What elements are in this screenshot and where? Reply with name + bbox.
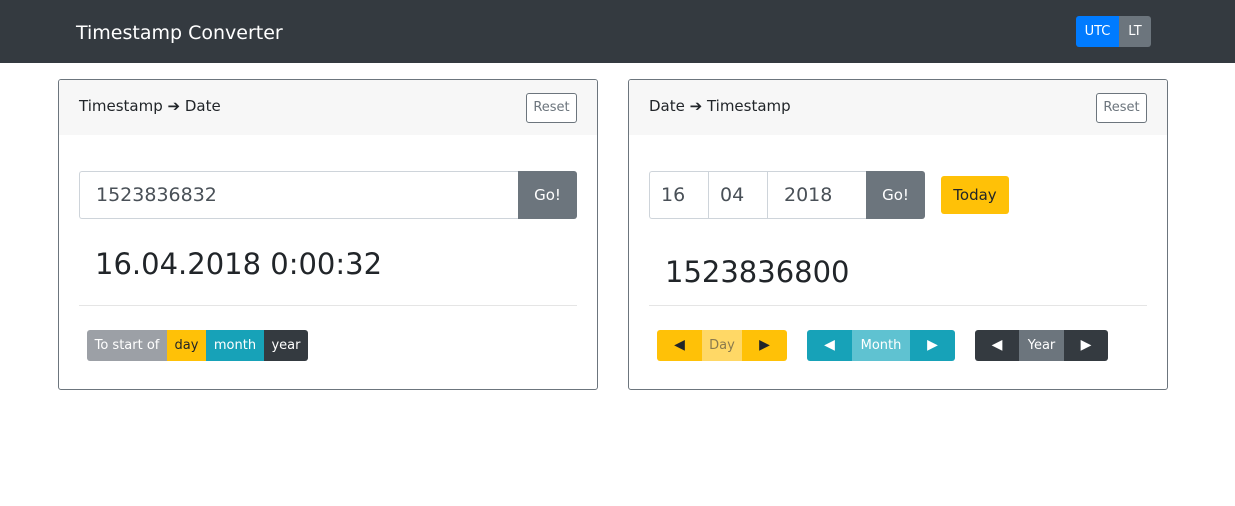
timestamp-result: 1523836800 — [665, 255, 850, 289]
start-of-year-button[interactable]: year — [264, 330, 308, 361]
go-button[interactable]: Go! — [866, 171, 925, 219]
card-title: Date ➔ Timestamp — [649, 97, 791, 115]
year-stepper: ◀ Year ▶ — [975, 330, 1108, 361]
timestamp-to-date-card: Timestamp ➔ Date Reset 1523836832 Go! 16… — [58, 79, 598, 390]
card-header: Date ➔ Timestamp Reset — [629, 80, 1167, 135]
utc-button[interactable]: UTC — [1076, 16, 1119, 47]
go-button[interactable]: Go! — [518, 171, 577, 219]
prev-day-icon[interactable]: ◀ — [657, 330, 702, 361]
day-stepper: ◀ Day ▶ — [657, 330, 787, 361]
prev-year-icon[interactable]: ◀ — [975, 330, 1019, 361]
day-input[interactable]: 16 — [649, 171, 709, 219]
reset-button[interactable]: Reset — [1096, 93, 1147, 123]
start-of-day-button[interactable]: day — [167, 330, 206, 361]
card-title: Timestamp ➔ Date — [79, 97, 221, 115]
day-stepper-label: Day — [702, 330, 742, 361]
next-year-icon[interactable]: ▶ — [1064, 330, 1108, 361]
next-day-icon[interactable]: ▶ — [742, 330, 787, 361]
year-stepper-label: Year — [1019, 330, 1064, 361]
divider — [649, 305, 1147, 306]
year-input[interactable]: 2018 — [767, 171, 866, 219]
start-of-month-button[interactable]: month — [206, 330, 264, 361]
navbar: Timestamp Converter UTC LT — [0, 0, 1235, 63]
month-stepper: ◀ Month ▶ — [807, 330, 955, 361]
to-start-of-label: To start of — [87, 330, 167, 361]
timestamp-input[interactable]: 1523836832 — [79, 171, 519, 219]
today-button[interactable]: Today — [941, 176, 1009, 214]
month-input[interactable]: 04 — [708, 171, 768, 219]
next-month-icon[interactable]: ▶ — [910, 330, 955, 361]
divider — [79, 305, 577, 306]
month-stepper-label: Month — [852, 330, 910, 361]
to-start-of-group: To start of day month year — [87, 330, 308, 361]
timezone-toggle: UTC LT — [1076, 16, 1151, 47]
card-header: Timestamp ➔ Date Reset — [59, 80, 597, 135]
date-to-timestamp-card: Date ➔ Timestamp Reset 16 04 2018 Go! To… — [628, 79, 1168, 390]
local-time-button[interactable]: LT — [1119, 16, 1151, 47]
date-result: 16.04.2018 0:00:32 — [95, 247, 383, 281]
app-title[interactable]: Timestamp Converter — [76, 20, 283, 46]
reset-button[interactable]: Reset — [526, 93, 577, 123]
prev-month-icon[interactable]: ◀ — [807, 330, 852, 361]
